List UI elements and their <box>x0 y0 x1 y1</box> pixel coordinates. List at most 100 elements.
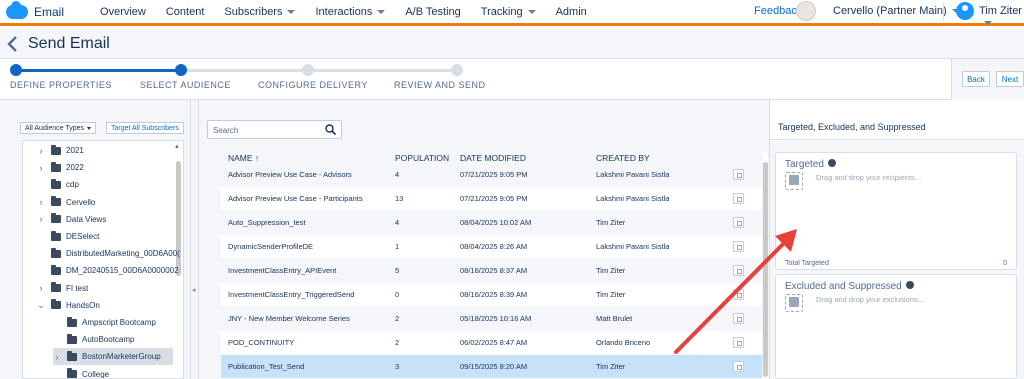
row-preview-icon[interactable] <box>733 241 744 252</box>
step-select-audience[interactable]: SELECT AUDIENCE <box>140 80 231 90</box>
tree-folder-label: FI test <box>66 283 89 293</box>
tree-folder[interactable]: › 2021 <box>37 142 173 159</box>
tree-folder[interactable]: ⌄ HandsOn <box>37 297 173 314</box>
wizard-progress: DEFINE PROPERTIES SELECT AUDIENCE CONFIG… <box>0 59 1024 100</box>
nav-item-interactions[interactable]: Interactions <box>315 6 386 18</box>
tree-folder[interactable]: Ampscript Bootcamp <box>53 314 173 331</box>
panel-collapse-bar[interactable]: ◂ <box>191 100 199 379</box>
cell-date-modified: 08/16/2025 8:37 AM <box>460 266 528 275</box>
tree-folder[interactable]: cdp <box>37 176 173 193</box>
tree-folder[interactable]: › 2022 <box>37 159 173 176</box>
folder-tree: ▲ › 2021 › 2022 cdp › Cervello › Data Views DESel… <box>22 140 184 379</box>
tree-folder-label: College <box>82 369 110 379</box>
step-dot-2[interactable] <box>175 64 187 76</box>
table-row[interactable]: JNY - New Member Welcome Series 2 05/18/20… <box>221 307 762 330</box>
table-row[interactable]: Advisor Preview Use Case - Advisors 4 07/2… <box>221 163 762 186</box>
step-dot-3[interactable] <box>302 64 314 76</box>
folder-icon <box>51 230 61 241</box>
chevron-right-icon[interactable]: › <box>37 146 45 156</box>
nav-item-label: Admin <box>555 5 587 18</box>
chevron-down-icon <box>984 21 992 26</box>
tree-folder[interactable]: › Cervello <box>37 194 173 211</box>
audience-type-select[interactable]: All Audience Types <box>20 122 97 134</box>
cell-name: POD_CONTINUITY <box>228 338 295 347</box>
user-avatar-icon[interactable] <box>956 2 974 20</box>
chevron-right-icon[interactable]: › <box>37 283 45 293</box>
cell-created-by: Tim Ziter <box>596 362 626 371</box>
row-preview-icon[interactable] <box>733 289 744 300</box>
back-button[interactable]: Back <box>962 71 990 87</box>
column-header-name[interactable]: NAME ↑ <box>228 153 259 163</box>
table-row[interactable]: Auto_Suppression_test 4 08/04/2025 10:02 A… <box>221 211 762 234</box>
cell-population: 2 <box>395 338 400 347</box>
nav-item-admin[interactable]: Admin <box>556 6 587 18</box>
account-switcher[interactable]: Cervello (Partner Main) <box>833 5 960 17</box>
tree-folder[interactable]: › FI test <box>37 280 173 297</box>
table-row[interactable]: InvestmentClassEntry_TriggeredSend 0 08/16… <box>221 283 762 306</box>
user-menu[interactable]: Tim Ziter <box>979 5 1024 29</box>
tree-folder[interactable]: AutoBootcamp <box>53 331 173 348</box>
cell-created-by: Orlando Briceno <box>596 338 651 347</box>
chevron-right-icon[interactable]: › <box>37 163 45 173</box>
search-input[interactable]: Search <box>207 120 342 139</box>
back-chevron-icon[interactable] <box>6 35 20 53</box>
row-preview-icon[interactable] <box>733 337 744 348</box>
excluded-drop-zone[interactable]: Excluded and Suppressed Drag and drop yo… <box>775 274 1017 379</box>
chevron-right-icon[interactable]: › <box>53 352 61 362</box>
table-scrollbar[interactable] <box>763 162 768 377</box>
tree-folder[interactable]: DESelect <box>37 228 173 245</box>
tree-folder[interactable]: DistributedMarketing_00D6A00( <box>37 245 180 262</box>
targeted-drop-zone[interactable]: Targeted Drag and drop your recipients..… <box>775 152 1017 270</box>
app-logo[interactable]: Email <box>6 0 64 19</box>
table-row[interactable]: Publication_Test_Send 3 09/15/2025 8:20 AM… <box>221 355 762 378</box>
next-button[interactable]: Next <box>996 71 1024 87</box>
row-preview-icon[interactable] <box>733 193 744 204</box>
row-preview-icon[interactable] <box>733 169 744 180</box>
tree-folder[interactable]: DM_20240515_00D6A0000002 <box>37 262 179 279</box>
search-icon[interactable] <box>325 124 336 135</box>
step-configure-delivery[interactable]: CONFIGURE DELIVERY <box>258 80 368 90</box>
table-row[interactable]: POD_CONTINUITY 2 06/02/2025 8:47 AM Orlando… <box>221 331 762 354</box>
chevron-down-icon[interactable]: ⌄ <box>37 300 45 310</box>
step-review-and-send[interactable]: REVIEW AND SEND <box>394 80 486 90</box>
tree-folder[interactable]: › BostonMarketerGroup <box>53 348 173 366</box>
step-define-properties[interactable]: DEFINE PROPERTIES <box>10 80 112 90</box>
table-row[interactable]: Advisor Preview Use Case - Participants 1… <box>221 187 762 210</box>
nav-item-overview[interactable]: Overview <box>100 6 146 18</box>
data-extension-list: Search NAME ↑ POPULATION DATE MODIFIED C… <box>199 100 770 379</box>
step-dot-1[interactable] <box>10 64 22 76</box>
cell-created-by: Matt Brulet <box>596 314 633 323</box>
table-row[interactable]: InvestmentClassEntry_APIEvent 5 08/16/2025… <box>221 259 762 282</box>
nav-item-tracking[interactable]: Tracking <box>481 6 536 18</box>
row-preview-icon[interactable] <box>733 313 744 324</box>
account-avatar[interactable] <box>796 1 816 21</box>
target-all-subscribers-button[interactable]: Target All Subscribers <box>106 122 184 134</box>
tree-folder-label: AutoBootcamp <box>82 335 135 345</box>
chevron-right-icon[interactable]: › <box>37 197 45 207</box>
nav-item-a-b-testing[interactable]: A/B Testing <box>405 6 460 18</box>
tree-scrollbar[interactable] <box>176 161 181 276</box>
tree-folder-label: DistributedMarketing_00D6A00( <box>66 249 180 259</box>
step-dot-4[interactable] <box>451 64 463 76</box>
cell-date-modified: 07/21/2025 9:05 PM <box>460 194 528 203</box>
column-header-created-by[interactable]: CREATED BY <box>596 153 650 163</box>
info-icon[interactable] <box>905 281 914 290</box>
nav-item-content[interactable]: Content <box>166 6 205 18</box>
tree-folder[interactable]: College <box>53 366 173 379</box>
chevron-right-icon[interactable]: › <box>37 214 45 224</box>
tree-folder-label: 2022 <box>66 163 84 173</box>
table-row[interactable]: DynamicSenderProfileDE 1 08/04/2025 8:26 A… <box>221 235 762 258</box>
row-preview-icon[interactable] <box>733 217 744 228</box>
column-header-date-modified[interactable]: DATE MODIFIED <box>460 153 526 163</box>
nav-item-subscribers[interactable]: Subscribers <box>224 6 296 18</box>
column-header-population[interactable]: POPULATION <box>395 153 449 163</box>
collapse-left-icon[interactable]: ◂ <box>192 286 196 294</box>
tree-folder[interactable]: › Data Views <box>37 211 173 228</box>
scroll-up-icon[interactable]: ▲ <box>174 144 180 150</box>
tree-folder-label: Ampscript Bootcamp <box>82 318 156 327</box>
row-preview-icon[interactable] <box>733 265 744 276</box>
row-preview-icon[interactable] <box>733 361 744 372</box>
info-icon[interactable] <box>827 159 836 168</box>
